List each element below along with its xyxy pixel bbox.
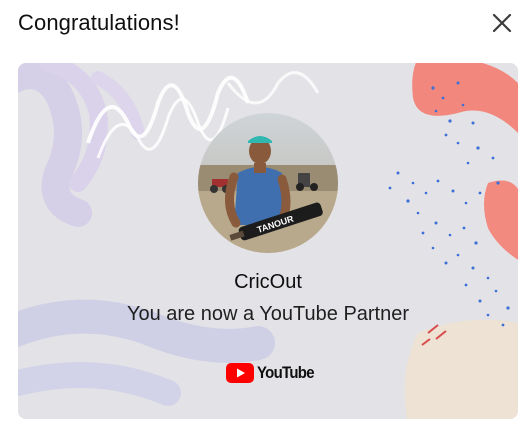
youtube-play-icon [226,363,254,383]
youtube-wordmark: YouTube [257,363,315,382]
partner-congrats-dialog: Congratulations! TANOUR CricOut You are … [0,0,529,441]
channel-avatar: TANOUR [198,113,338,253]
channel-name: CricOut [234,271,302,293]
partner-card: TANOUR CricOut You are now a YouTube Par… [18,63,518,419]
partner-message: You are now a YouTube Partner [126,303,410,325]
dialog-title: Congratulations! [18,10,180,35]
youtube-logo: YouTube [226,362,322,384]
close-icon[interactable] [489,10,515,36]
